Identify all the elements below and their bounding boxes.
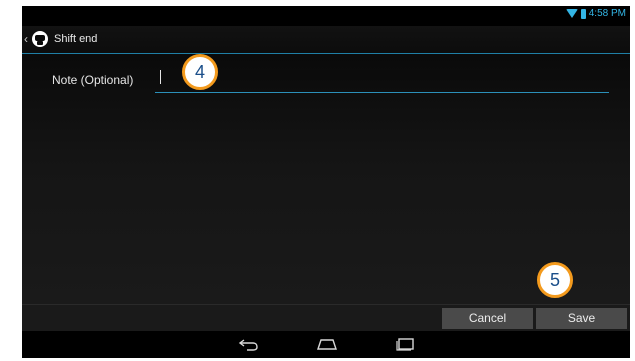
- page-title: Shift end: [54, 33, 98, 45]
- up-icon[interactable]: ‹: [24, 32, 28, 46]
- status-time: 4:58 PM: [588, 8, 626, 19]
- callout-step-5: 5: [537, 262, 573, 298]
- navigation-bar: [22, 331, 630, 358]
- button-bar: Cancel Save: [22, 304, 630, 331]
- app-icon[interactable]: [30, 29, 50, 49]
- device-screen: 4:58 PM ‹ Shift end Note (Optional) Canc…: [22, 6, 630, 358]
- note-label: Note (Optional): [52, 73, 134, 87]
- action-bar: ‹ Shift end: [22, 26, 630, 54]
- recent-apps-icon[interactable]: [394, 337, 416, 351]
- wifi-icon: [565, 9, 578, 18]
- note-input[interactable]: [155, 68, 609, 93]
- callout-step-4: 4: [182, 54, 218, 90]
- home-icon[interactable]: [316, 337, 338, 351]
- text-cursor: [160, 70, 161, 84]
- save-button[interactable]: Save: [536, 308, 627, 329]
- cancel-button[interactable]: Cancel: [442, 308, 533, 329]
- back-icon[interactable]: [238, 337, 260, 351]
- status-bar: 4:58 PM: [22, 6, 630, 26]
- form-content: Note (Optional): [22, 54, 630, 304]
- status-indicators: 4:58 PM: [565, 8, 626, 19]
- battery-icon: [580, 8, 586, 19]
